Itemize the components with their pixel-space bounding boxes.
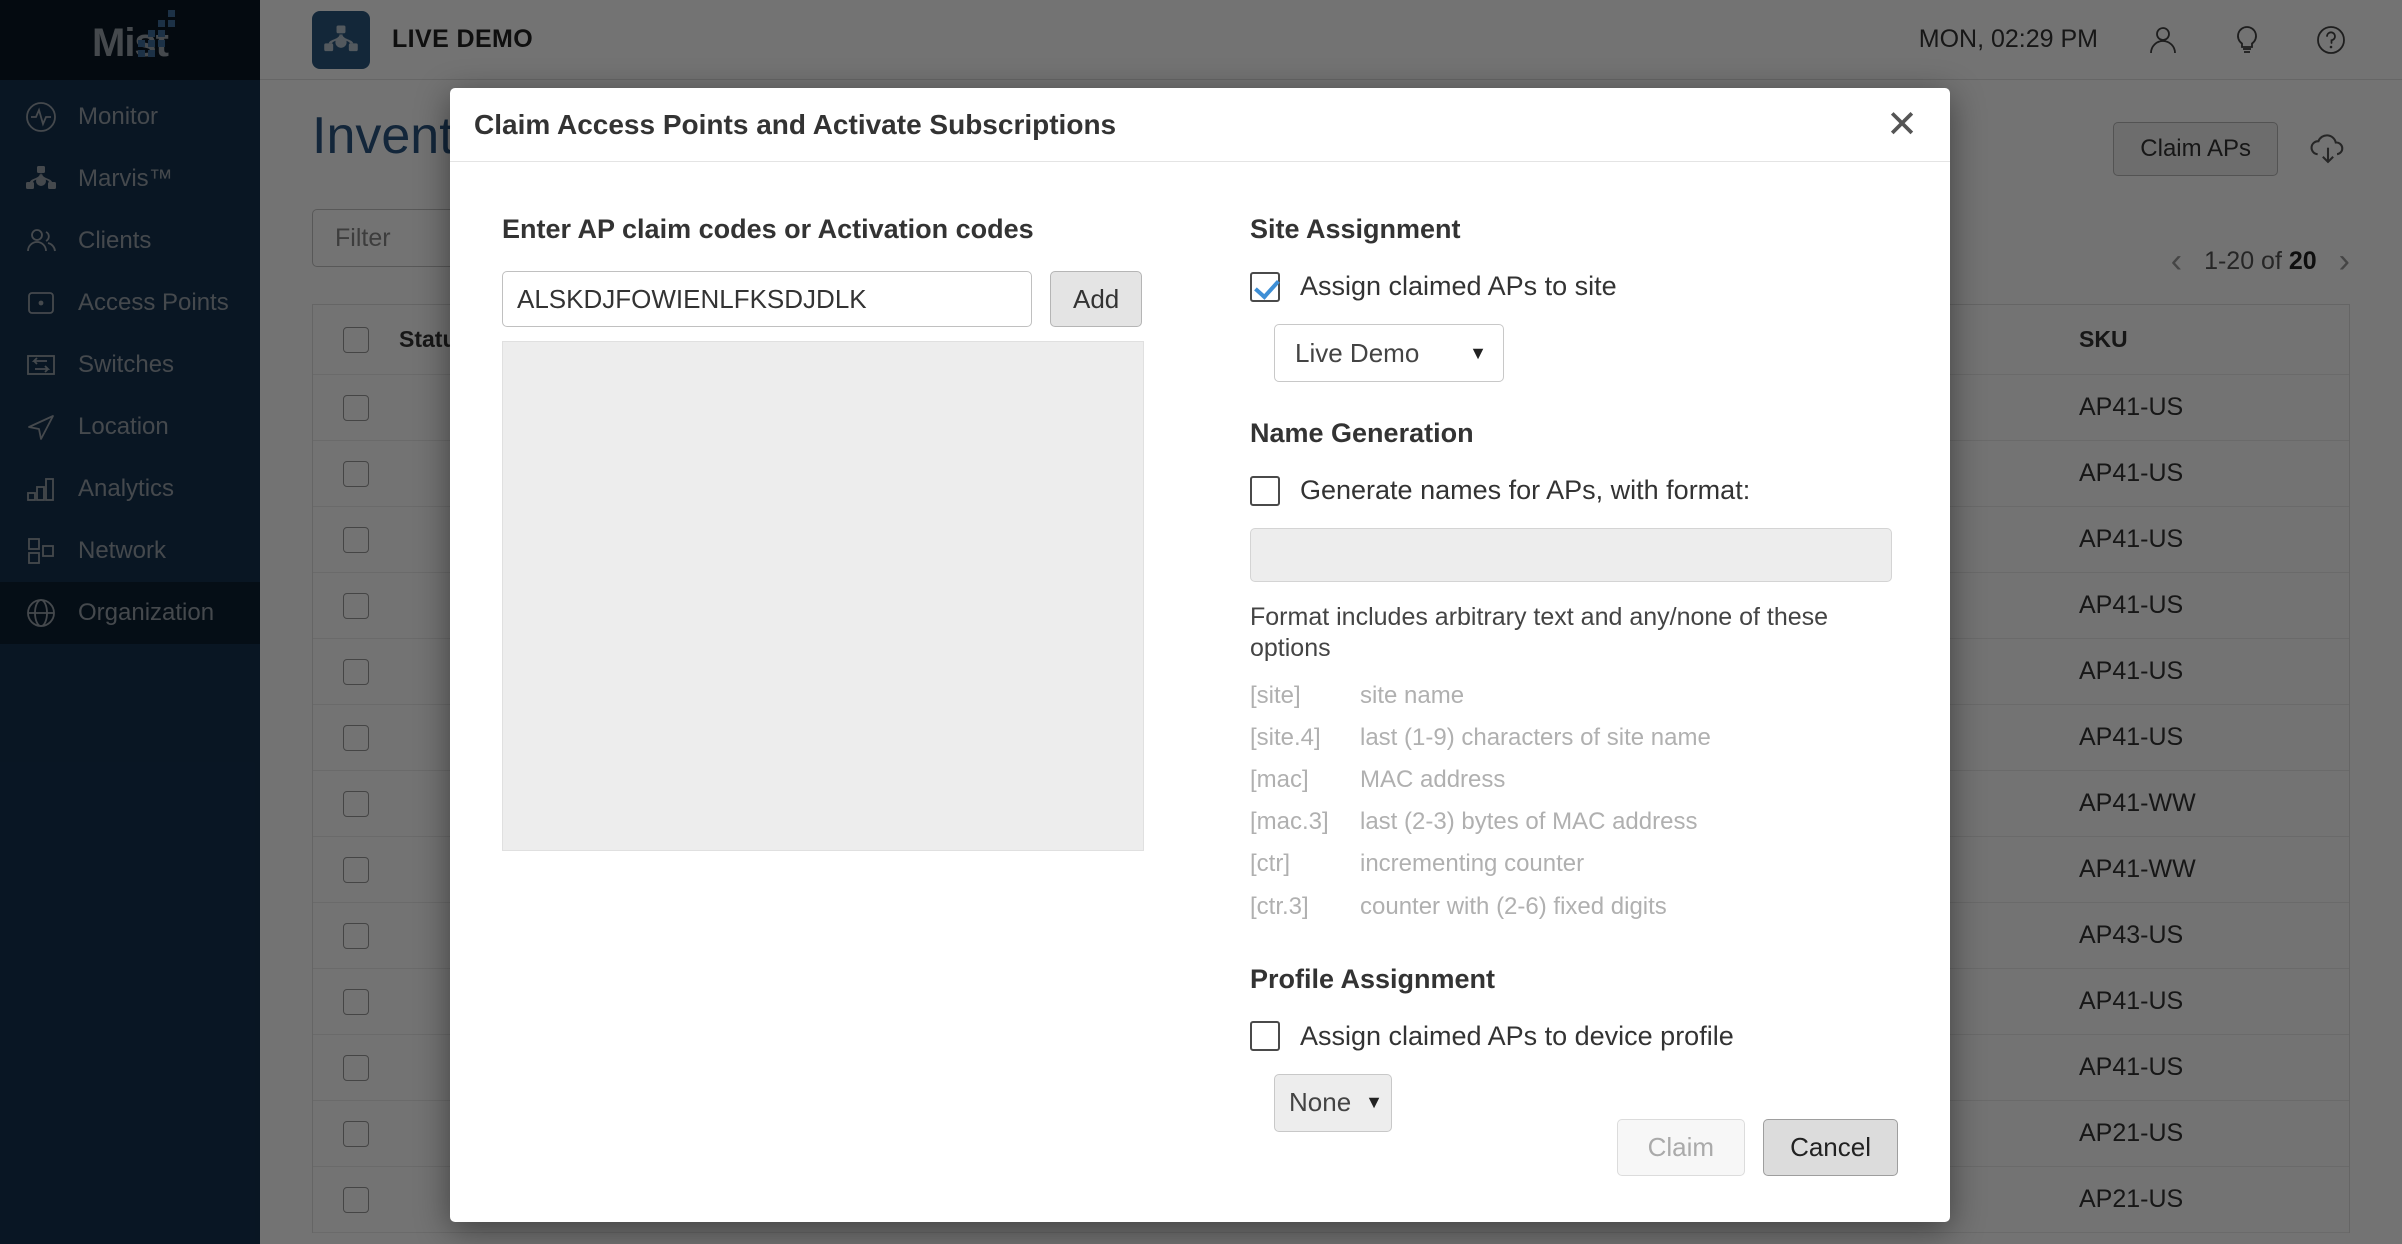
assignment-column: Site Assignment Assign claimed APs to si…: [1250, 214, 1950, 1132]
format-option-key: [mac]: [1250, 765, 1309, 793]
assign-profile-row: Assign claimed APs to device profile: [1250, 1021, 1950, 1052]
chevron-down-icon: ▼: [1365, 1092, 1383, 1113]
assign-profile-label: Assign claimed APs to device profile: [1300, 1020, 1734, 1051]
name-format-option: [site.4] last (1-9) characters of site na…: [1250, 717, 1950, 759]
format-option-key: [ctr.3]: [1250, 892, 1309, 920]
claim-codes-row: Add: [502, 271, 1202, 327]
name-format-options: [site] site name [site.4] last (1-9) charac…: [1250, 675, 1950, 928]
modal-title: Claim Access Points and Activate Subscri…: [474, 108, 1117, 140]
name-format-option: [mac] MAC address: [1250, 759, 1950, 801]
site-select-value: Live Demo: [1295, 337, 1420, 368]
claim-button[interactable]: Claim: [1616, 1119, 1746, 1176]
name-format-option: [mac.3] last (2-3) bytes of MAC address: [1250, 801, 1950, 843]
name-format-option: [site] site name: [1250, 675, 1950, 717]
name-format-option: [ctr] incrementing counter: [1250, 843, 1950, 885]
claim-aps-modal: Claim Access Points and Activate Subscri…: [450, 88, 1950, 1222]
chevron-down-icon: ▼: [1469, 342, 1487, 363]
format-option-key: [site.4]: [1250, 723, 1321, 751]
format-option-desc: counter with (2-6) fixed digits: [1360, 892, 1667, 920]
format-option-desc: last (2-3) bytes of MAC address: [1360, 808, 1698, 836]
add-code-button[interactable]: Add: [1050, 271, 1143, 327]
generate-names-label: Generate names for APs, with format:: [1300, 475, 1751, 505]
modal-footer: Claim Cancel: [1616, 1119, 1898, 1176]
modal-body: Enter AP claim codes or Activation codes…: [450, 162, 1950, 1132]
claim-codes-list[interactable]: [502, 341, 1144, 851]
format-option-desc: site name: [1360, 681, 1465, 709]
format-option-key: [mac.3]: [1250, 808, 1329, 836]
format-option-key: [site]: [1250, 681, 1301, 709]
generate-names-checkbox[interactable]: [1250, 475, 1280, 506]
assign-profile-checkbox[interactable]: [1250, 1021, 1280, 1052]
format-option-desc: incrementing counter: [1360, 850, 1585, 878]
assign-site-label: Assign claimed APs to site: [1300, 271, 1617, 301]
claim-code-input[interactable]: [502, 271, 1032, 327]
name-format-option: [ctr.3] counter with (2-6) fixed digits: [1250, 886, 1950, 928]
assign-site-row: Assign claimed APs to site: [1250, 271, 1950, 302]
app-root: Mist Monitor: [0, 0, 2402, 1244]
close-icon[interactable]: ✕: [1880, 106, 1924, 144]
cancel-button[interactable]: Cancel: [1763, 1119, 1898, 1176]
format-option-desc: last (1-9) characters of site name: [1360, 723, 1711, 751]
claim-codes-column: Enter AP claim codes or Activation codes…: [502, 214, 1202, 1132]
modal-header: Claim Access Points and Activate Subscri…: [450, 88, 1950, 162]
profile-select[interactable]: None ▼: [1274, 1073, 1392, 1132]
name-format-input[interactable]: [1250, 528, 1892, 582]
format-option-desc: MAC address: [1360, 765, 1506, 793]
name-format-note: Format includes arbitrary text and any/n…: [1250, 603, 1829, 663]
format-option-key: [ctr]: [1250, 850, 1290, 878]
profile-select-value: None: [1289, 1087, 1352, 1118]
assign-site-checkbox[interactable]: [1250, 271, 1280, 302]
claim-codes-label: Enter AP claim codes or Activation codes: [502, 214, 1034, 244]
name-generation-heading: Name Generation: [1250, 418, 1474, 448]
profile-assignment-heading: Profile Assignment: [1250, 963, 1496, 994]
generate-names-row: Generate names for APs, with format:: [1250, 475, 1950, 506]
site-assignment-heading: Site Assignment: [1250, 214, 1461, 244]
site-select[interactable]: Live Demo ▼: [1274, 324, 1504, 382]
